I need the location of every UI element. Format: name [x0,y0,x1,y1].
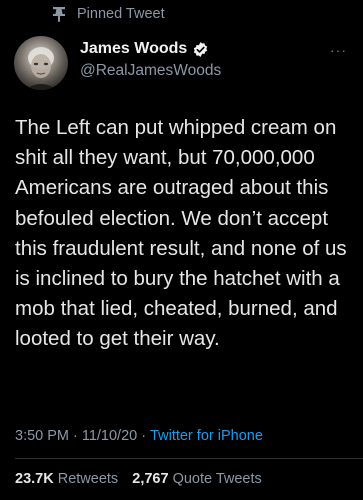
retweets-stat[interactable]: 23.7K Retweets [15,471,122,487]
retweets-label: Retweets [57,471,119,487]
verified-badge-icon [192,41,209,58]
more-options-icon[interactable]: ··· [330,42,347,58]
pin-icon [52,6,66,22]
tweet-meta: 3:50 PM · 11/10/20 · Twitter for iPhone [15,428,263,444]
avatar[interactable] [14,36,68,90]
quotes-label: Quote Tweets [172,471,262,487]
pinned-label: Pinned Tweet [77,6,165,22]
author-name[interactable]: James Woods [80,39,187,59]
author-block[interactable]: James Woods @RealJamesWoods [80,39,221,82]
author-handle[interactable]: @RealJamesWoods [80,60,221,82]
pinned-tweet-indicator: Pinned Tweet [52,6,165,22]
tweet-date[interactable]: 11/10/20 [82,428,137,444]
retweets-count: 23.7K [15,471,54,487]
tweet-text: The Left can put whipped cream on shit a… [15,116,347,351]
divider [15,458,363,459]
tweet-stats: 23.7K Retweets 2,767 Quote Tweets [15,471,262,487]
tweet-source-link[interactable]: Twitter for iPhone [150,428,263,444]
tweet-time[interactable]: 3:50 PM [15,428,69,444]
meta-separator: · [73,428,78,444]
quote-tweets-stat[interactable]: 2,767 Quote Tweets [132,471,262,487]
meta-separator: · [141,428,147,444]
quotes-count: 2,767 [132,471,169,487]
